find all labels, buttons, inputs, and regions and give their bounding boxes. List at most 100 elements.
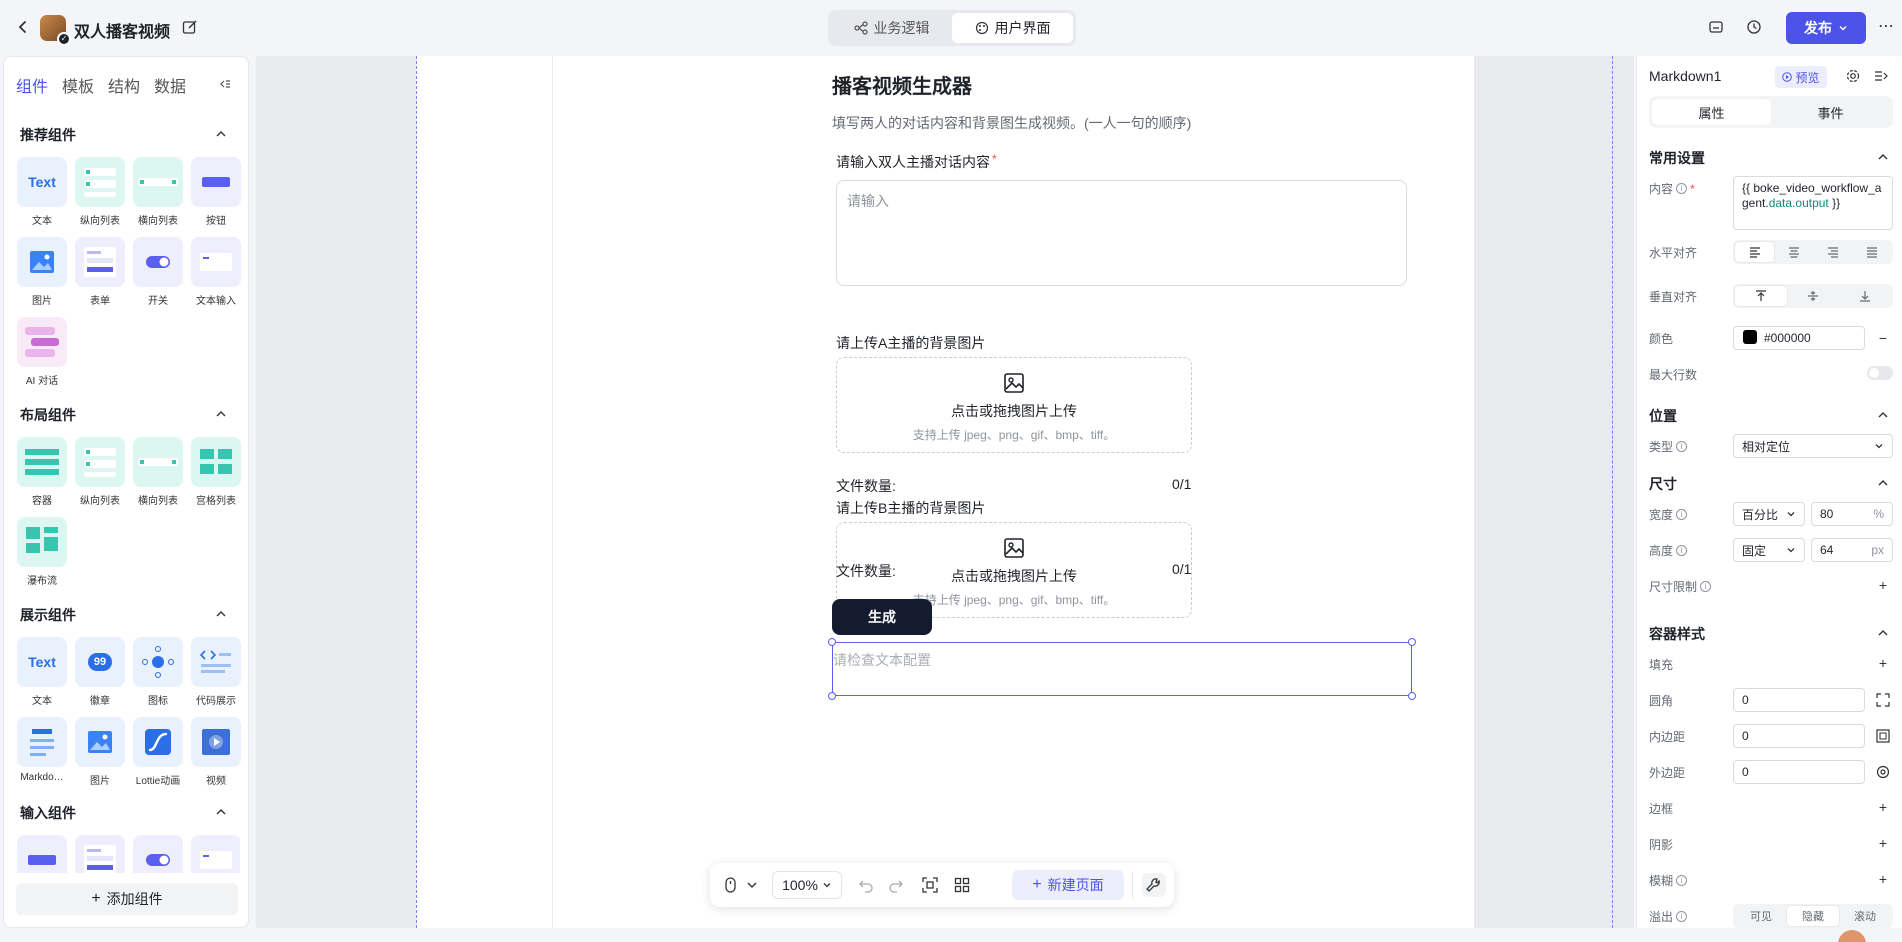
collapse-panel-icon[interactable] [218,77,232,91]
overflow-visible[interactable]: 可见 [1735,906,1787,926]
tab-structure[interactable]: 结构 [108,73,140,97]
form-tile[interactable] [75,835,125,873]
component-vertical-list[interactable]: 纵向列表 [74,437,126,507]
resize-handle-bl[interactable] [828,692,836,700]
component-image[interactable]: 图片 [16,237,68,307]
align-left-icon[interactable] [1735,242,1774,262]
radius-input[interactable]: 0 [1733,688,1865,712]
zoom-select[interactable]: 100% [772,871,842,899]
align-top-icon[interactable] [1735,286,1787,306]
component-text[interactable]: Text 文本 [16,637,68,707]
markdown-component-selected[interactable]: 请检查文本配置 [828,638,1416,700]
margin-icon[interactable] [1876,765,1890,779]
component-markdown[interactable]: Markdo… [16,717,68,783]
component-icon[interactable]: 图标 [132,637,184,707]
component-code-display[interactable]: 代码展示 [190,637,242,707]
wrench-icon[interactable] [1142,873,1166,897]
overflow-scroll[interactable]: 滚动 [1839,906,1891,926]
component-button[interactable]: 按钮 [190,157,242,227]
component-grid-list[interactable]: 宫格列表 [190,437,242,507]
save-icon[interactable] [1706,17,1726,37]
component-lottie[interactable]: Lottie动画 [132,717,184,787]
assistant-avatar[interactable] [1838,930,1866,942]
component-switch[interactable]: 开关 [132,237,184,307]
component-badge[interactable]: 99 徽章 [74,637,126,707]
chevron-up-icon[interactable] [214,127,228,141]
chevron-up-icon[interactable] [214,607,228,621]
plus-icon[interactable]: + [1876,656,1890,670]
overflow-hidden[interactable]: 隐藏 [1787,906,1839,926]
component-horizontal-list[interactable]: 横向列表 [132,437,184,507]
tab-data[interactable]: 数据 [154,73,186,97]
preview-button[interactable]: 预览 [1775,66,1827,88]
component-waterfall[interactable]: 瀑布流 [16,517,68,587]
component-vertical-list[interactable]: 纵向列表 [74,157,126,227]
tab-components[interactable]: 组件 [16,73,48,97]
align-center-icon[interactable] [1774,242,1813,262]
new-page-button[interactable]: + 新建页面 [1012,870,1124,900]
tab-properties[interactable]: 属性 [1652,99,1771,125]
resize-handle-br[interactable] [1408,692,1416,700]
tab-user-interface[interactable]: 用户界面 [952,13,1073,43]
component-form[interactable]: 表单 [74,237,126,307]
layout-grid-icon[interactable] [954,875,970,895]
plus-icon[interactable]: + [1876,578,1890,592]
align-justify-icon[interactable] [1852,242,1891,262]
undo-icon[interactable] [858,875,874,895]
publish-button[interactable]: 发布 [1786,12,1866,44]
canvas-area[interactable]: 播客视频生成器 填写两人的对话内容和背景图生成视频。(一人一句的顺序) 请输入双… [256,56,1634,928]
height-mode-select[interactable]: 固定 [1733,538,1805,562]
width-input[interactable]: 80 % [1811,502,1893,526]
history-icon[interactable] [1744,17,1764,37]
text-input-tile[interactable] [191,835,240,873]
settings-icon[interactable] [1845,68,1861,84]
back-icon[interactable] [12,16,34,38]
height-input[interactable]: 64 px [1811,538,1893,562]
button-tile[interactable] [17,835,67,873]
chevron-up-icon[interactable] [1876,626,1890,640]
chevron-up-icon[interactable] [214,407,228,421]
align-middle-icon[interactable] [1787,286,1839,306]
tab-events[interactable]: 事件 [1771,99,1890,125]
chevron-up-icon[interactable] [1876,476,1890,490]
max-lines-toggle[interactable] [1867,366,1893,380]
edit-icon[interactable] [182,19,198,35]
plus-icon[interactable]: + [1876,872,1890,886]
color-swatch[interactable] [1743,330,1757,344]
resize-handle-tl[interactable] [828,638,836,646]
chevron-up-icon[interactable] [1876,408,1890,422]
content-input[interactable]: {{ boke_video_workflow_agent.data.output… [1733,176,1893,230]
component-ai-chat[interactable]: AI 对话 [16,317,68,387]
corner-radius-icon[interactable] [1876,693,1890,707]
align-right-icon[interactable] [1813,242,1852,262]
switch-tile[interactable] [133,835,183,873]
position-type-select[interactable]: 相对定位 [1733,434,1893,458]
component-image[interactable]: 图片 [74,717,126,787]
component-container[interactable]: 容器 [16,437,68,507]
add-component-button[interactable]: + 添加组件 [16,883,238,915]
resize-handle-tr[interactable] [1408,638,1416,646]
fit-screen-icon[interactable] [922,875,938,895]
component-text[interactable]: Text 文本 [16,157,68,227]
redo-icon[interactable] [888,875,904,895]
minus-icon[interactable]: − [1876,331,1890,345]
dialog-textarea[interactable]: 请输入 [836,180,1407,286]
chevron-up-icon[interactable] [214,805,228,819]
component-text-input[interactable]: 文本输入 [190,237,242,307]
align-bottom-icon[interactable] [1839,286,1891,306]
plus-icon[interactable]: + [1876,836,1890,850]
collapse-panel-icon[interactable] [1873,68,1889,84]
margin-input[interactable]: 0 [1733,760,1865,784]
component-horizontal-list[interactable]: 横向列表 [132,157,184,227]
more-icon[interactable]: ⋯ [1876,16,1896,36]
tab-templates[interactable]: 模板 [62,73,94,97]
pointer-mode-icon[interactable] [724,875,758,895]
generate-button[interactable]: 生成 [832,599,932,635]
padding-icon[interactable] [1876,729,1890,743]
chevron-up-icon[interactable] [1876,150,1890,164]
padding-input[interactable]: 0 [1733,724,1865,748]
upload-a-dropzone[interactable]: 点击或拖拽图片上传 支持上传 jpeg、png、gif、bmp、tiff。 [836,357,1192,453]
component-video[interactable]: 视频 [190,717,242,787]
plus-icon[interactable]: + [1876,800,1890,814]
width-mode-select[interactable]: 百分比 [1733,502,1805,526]
